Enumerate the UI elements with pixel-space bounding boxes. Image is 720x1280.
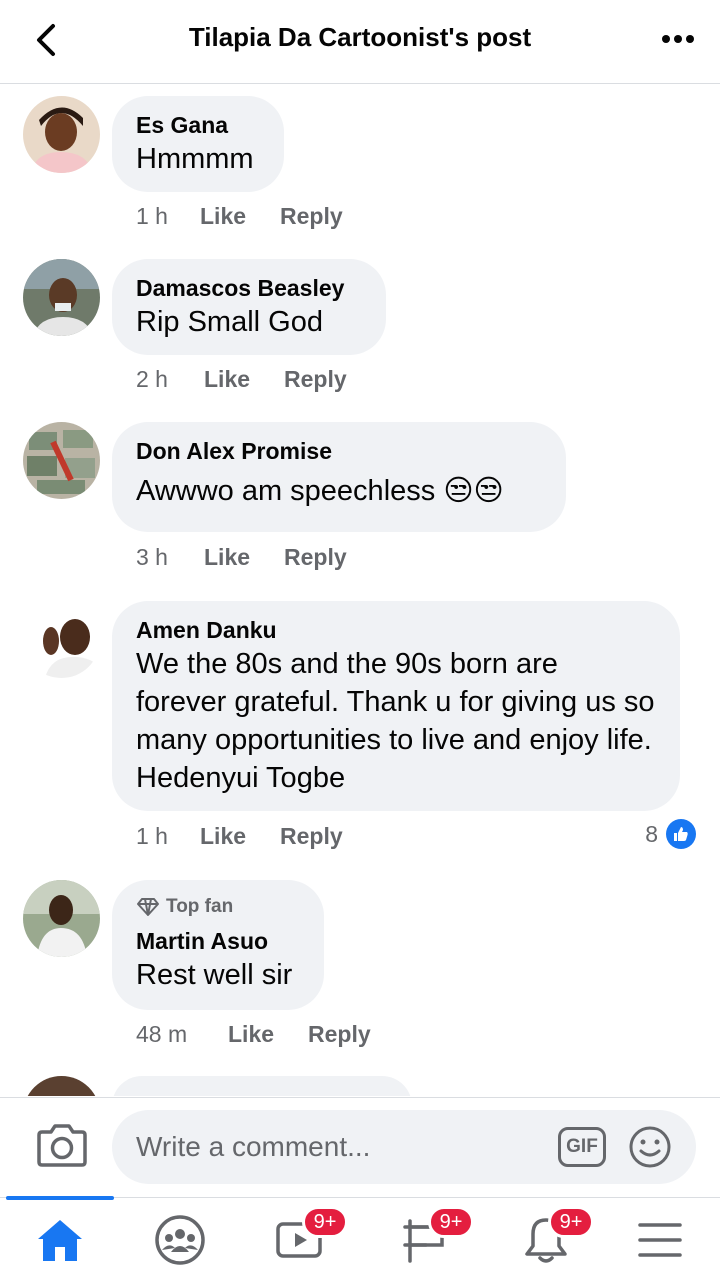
notification-badge: 9+ (428, 1206, 474, 1238)
emoji-button[interactable] (628, 1125, 672, 1169)
reply-button[interactable]: Reply (280, 823, 343, 850)
camera-button[interactable] (36, 1122, 88, 1168)
active-tab-indicator (6, 1196, 114, 1200)
avatar[interactable] (23, 259, 100, 336)
comment-bubble[interactable] (112, 1076, 412, 1096)
comment-bubble[interactable]: Don Alex Promise Awwwo am speechless 😒😒 (112, 422, 566, 532)
comment-actions: 48 m Like Reply (136, 1017, 371, 1051)
comment-actions: 2 h Like Reply (136, 362, 347, 396)
like-button[interactable]: Like (204, 544, 284, 571)
more-icon (662, 35, 694, 43)
menu-icon (638, 1223, 682, 1257)
notification-badge: 9+ (548, 1206, 594, 1238)
comment-text: We the 80s and the 90s born are forever … (136, 648, 655, 794)
comment-text: Awwwo am speechless 😒😒 (136, 475, 504, 507)
more-options-button[interactable] (658, 24, 698, 54)
comment-author[interactable]: Damascos Beasley (136, 273, 362, 303)
reaction-count[interactable]: 8 (645, 819, 696, 849)
nav-feeds[interactable]: 9+ (390, 1206, 474, 1268)
reply-button[interactable]: Reply (284, 366, 347, 393)
like-button[interactable]: Like (228, 1021, 308, 1048)
nav-notifications[interactable]: 9+ (510, 1206, 594, 1268)
like-button[interactable]: Like (200, 203, 280, 230)
camera-icon (37, 1124, 87, 1167)
comment-time: 2 h (136, 365, 168, 392)
thumbs-up-icon (666, 819, 696, 849)
badge-label: Top fan (166, 896, 234, 917)
comment-input-box[interactable]: GIF (112, 1110, 696, 1184)
comment-time: 3 h (136, 543, 168, 570)
comment-author[interactable]: Amen Danku (136, 615, 656, 645)
page-title: Tilapia Da Cartoonist's post (188, 22, 532, 52)
comment-input[interactable] (136, 1131, 546, 1163)
nav-groups[interactable] (144, 1212, 216, 1268)
notification-badge: 9+ (302, 1206, 348, 1238)
comment-composer: GIF (0, 1097, 720, 1197)
comment-actions: 1 h Like Reply (136, 199, 343, 233)
avatar[interactable] (23, 601, 100, 678)
comment-bubble[interactable]: Amen Danku We the 80s and the 90s born a… (112, 601, 680, 811)
comment-author[interactable]: Don Alex Promise (136, 436, 542, 466)
diamond-icon (137, 898, 159, 916)
reply-button[interactable]: Reply (308, 1021, 371, 1048)
avatar[interactable] (23, 880, 100, 957)
groups-icon (155, 1215, 205, 1265)
smiley-icon (629, 1126, 671, 1168)
comment-text: Rip Small God (136, 306, 323, 338)
like-button[interactable]: Like (204, 366, 284, 393)
comment-author[interactable]: Es Gana (136, 110, 260, 140)
comment-text: Rest well sir (136, 959, 293, 991)
comment-bubble[interactable]: Es Gana Hmmmm (112, 96, 284, 192)
reaction-number: 8 (645, 820, 658, 847)
comment-actions: 1 h Like Reply (136, 819, 343, 853)
reply-button[interactable]: Reply (280, 203, 343, 230)
comment-actions: 3 h Like Reply (136, 540, 347, 574)
comment-time: 1 h (136, 202, 168, 229)
gif-button[interactable]: GIF (558, 1127, 606, 1167)
comment-bubble[interactable]: Top fan Martin Asuo Rest well sir (112, 880, 324, 1010)
avatar[interactable] (23, 96, 100, 173)
nav-menu[interactable] (624, 1212, 696, 1268)
top-bar: Tilapia Da Cartoonist's post (0, 0, 720, 84)
home-icon (38, 1220, 82, 1261)
comment-time: 48 m (136, 1020, 188, 1047)
top-fan-badge: Top fan (136, 894, 300, 920)
like-button[interactable]: Like (200, 823, 280, 850)
comment-time: 1 h (136, 822, 168, 849)
nav-watch[interactable]: 9+ (264, 1206, 348, 1268)
comment-bubble[interactable]: Damascos Beasley Rip Small God (112, 259, 386, 355)
avatar[interactable] (23, 422, 100, 499)
comment-author[interactable]: Martin Asuo (136, 926, 300, 956)
nav-home[interactable] (24, 1212, 96, 1268)
bottom-nav: 9+ 9+ 9+ (0, 1196, 720, 1280)
reply-button[interactable]: Reply (284, 544, 347, 571)
comment-list: Es Gana Hmmmm 1 h Like Reply Damascos Be… (0, 84, 720, 1096)
avatar[interactable] (23, 1076, 100, 1096)
comment-text: Hmmmm (136, 143, 254, 175)
